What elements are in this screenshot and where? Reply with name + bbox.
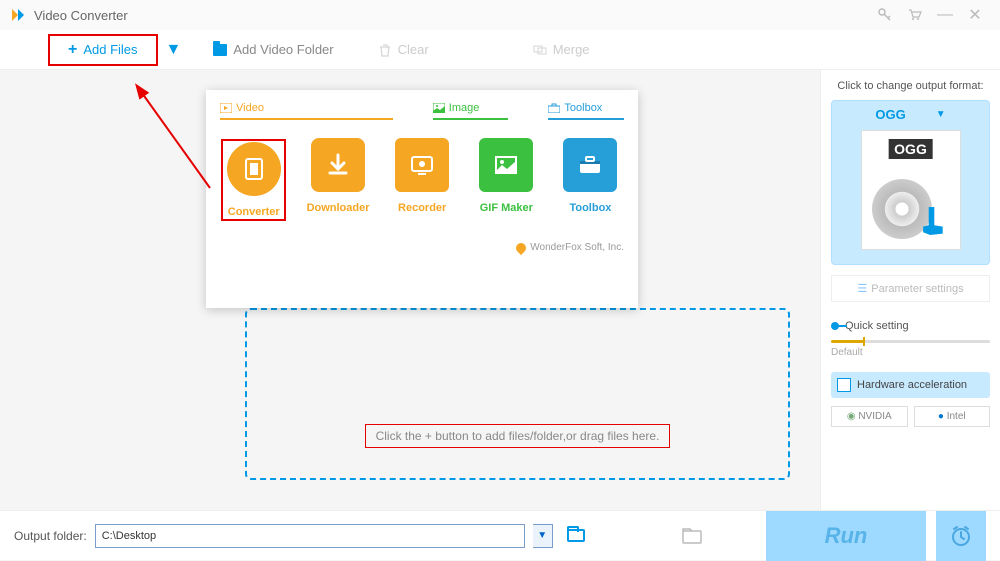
clear-label: Clear: [398, 42, 429, 57]
intel-button[interactable]: ● Intel: [914, 406, 991, 427]
toolbox-label: Toolbox: [557, 202, 624, 214]
key-icon[interactable]: [870, 0, 900, 30]
dropzone[interactable]: Click the + button to add files/folder,o…: [245, 308, 790, 480]
format-thumbnail: OGG: [861, 130, 961, 250]
output-folder-input[interactable]: [95, 524, 525, 548]
handle-icon: [831, 322, 839, 330]
add-files-button[interactable]: + Add Files: [48, 34, 158, 66]
parameter-settings-button[interactable]: ☰Parameter settings: [831, 275, 990, 302]
clear-button[interactable]: Clear: [366, 34, 441, 66]
trash-icon: [378, 43, 392, 57]
intel-icon: ●: [938, 411, 947, 422]
gif-label: GIF Maker: [473, 202, 540, 214]
chip-icon: [837, 378, 851, 392]
brand-label: WonderFox Soft, Inc.: [220, 242, 624, 253]
tab-toolbox[interactable]: Toolbox: [548, 102, 624, 120]
module-converter[interactable]: Converter: [220, 138, 287, 222]
quick-setting-label: Quick setting: [831, 320, 990, 332]
quick-setting-slider[interactable]: [831, 340, 990, 343]
drop-hint: Click the + button to add files/folder,o…: [365, 424, 671, 448]
folder-plus-button[interactable]: [677, 524, 707, 548]
toolbox-tab-icon: [548, 103, 560, 113]
clock-icon: [949, 524, 973, 548]
recorder-label: Recorder: [389, 202, 456, 214]
merge-label: Merge: [553, 42, 590, 57]
module-panel: Video Image Toolbox Converter: [206, 90, 638, 308]
toolbox-icon: [563, 138, 617, 192]
format-name: OGG: [875, 107, 905, 122]
output-folder-label: Output folder:: [14, 529, 87, 543]
side-panel: Click to change output format: OGG ▼ OGG …: [820, 70, 1000, 510]
default-label: Default: [831, 347, 990, 358]
add-folder-label: Add Video Folder: [233, 42, 333, 57]
folder-icon: [213, 44, 227, 56]
app-logo-icon: [10, 7, 26, 23]
merge-button[interactable]: Merge: [521, 34, 602, 66]
nvidia-button[interactable]: ◉ NVIDIA: [831, 406, 908, 427]
module-downloader[interactable]: Downloader: [304, 138, 371, 222]
schedule-button[interactable]: [936, 511, 986, 561]
cart-icon[interactable]: [900, 0, 930, 30]
video-tab-icon: [220, 103, 232, 113]
folder-plus-icon: [682, 528, 702, 544]
module-recorder[interactable]: Recorder: [389, 138, 456, 222]
minimize-button[interactable]: —: [930, 0, 960, 30]
module-toolbox[interactable]: Toolbox: [557, 138, 624, 222]
app-title: Video Converter: [34, 8, 870, 23]
flame-icon: [514, 240, 528, 254]
output-folder-dropdown[interactable]: ▼: [533, 524, 553, 548]
sliders-icon: ☰: [857, 283, 867, 295]
merge-icon: [533, 43, 547, 57]
hardware-acceleration-button[interactable]: Hardware acceleration: [831, 372, 990, 398]
add-files-label: Add Files: [83, 42, 137, 57]
open-folder-button[interactable]: [561, 524, 591, 548]
workspace: Video Image Toolbox Converter: [0, 70, 820, 510]
format-badge: OGG: [888, 139, 933, 159]
tab-video[interactable]: Video: [220, 102, 393, 120]
plus-icon: +: [68, 41, 77, 59]
converter-label: Converter: [224, 206, 283, 218]
recorder-icon: [395, 138, 449, 192]
add-folder-button[interactable]: Add Video Folder: [201, 34, 345, 66]
folder-open-icon: [567, 529, 585, 542]
add-files-dropdown[interactable]: ▼: [166, 41, 182, 59]
tab-image[interactable]: Image: [433, 102, 509, 120]
footer: Output folder: ▼ Run: [0, 510, 1000, 560]
nvidia-icon: ◉: [847, 411, 859, 422]
close-button[interactable]: ✕: [960, 0, 990, 30]
disc-icon: [872, 179, 932, 239]
caret-down-icon: ▼: [936, 109, 946, 120]
output-format-selector[interactable]: OGG ▼ OGG: [831, 100, 990, 265]
format-section-label: Click to change output format:: [831, 80, 990, 92]
titlebar: Video Converter — ✕: [0, 0, 1000, 30]
toolbar: + Add Files ▼ Add Video Folder Clear Mer…: [0, 30, 1000, 70]
gif-icon: [479, 138, 533, 192]
run-button[interactable]: Run: [766, 511, 926, 561]
image-tab-icon: [433, 103, 445, 113]
module-gif-maker[interactable]: GIF Maker: [473, 138, 540, 222]
downloader-label: Downloader: [304, 202, 371, 214]
downloader-icon: [311, 138, 365, 192]
converter-icon: [227, 142, 281, 196]
